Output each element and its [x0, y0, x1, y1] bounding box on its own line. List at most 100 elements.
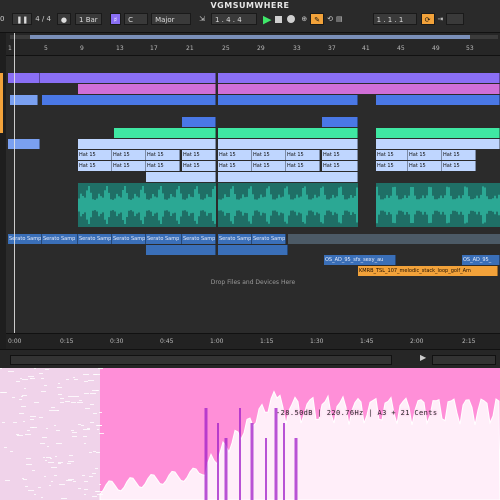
time-ruler[interactable]: 0:00 0:15 0:30 0:45 1:00 1:15 1:30 1:45 … — [6, 333, 500, 350]
midi-clip[interactable] — [376, 139, 500, 149]
arrangement-position[interactable]: 1 . 4 . 4 — [210, 13, 257, 25]
automation-arm-icon[interactable]: ✎ — [310, 13, 325, 25]
key-select[interactable]: C — [124, 13, 149, 25]
horizontal-scroll-area[interactable]: ▶ — [0, 349, 500, 369]
track-lane[interactable] — [6, 128, 500, 139]
midi-clip[interactable] — [114, 128, 216, 138]
bar-marker: 1 — [8, 45, 12, 52]
drop-zone-hint[interactable]: Drop Files and Devices Here — [6, 279, 500, 286]
audio-clip[interactable] — [146, 245, 216, 255]
loop-start[interactable]: 1 . 1 . 1 — [372, 13, 417, 25]
sample-clip[interactable]: Serato Samp — [42, 234, 78, 244]
audio-clip[interactable]: OS_AD_95_ — [462, 255, 500, 265]
play-icon[interactable]: ▶ — [263, 13, 271, 26]
midi-clip[interactable] — [218, 73, 500, 83]
zoom-slider[interactable] — [432, 355, 496, 365]
midi-clip[interactable] — [40, 73, 216, 83]
midi-clip[interactable] — [218, 84, 500, 94]
midi-clip[interactable] — [78, 84, 216, 94]
follow-icon[interactable]: ⇲ — [199, 15, 205, 23]
hat-clip[interactable]: Hat 15 — [78, 161, 112, 171]
hat-clip[interactable]: Hat 15 — [376, 161, 408, 171]
loop-brace[interactable] — [10, 35, 498, 39]
scale-select[interactable]: Major — [151, 13, 192, 25]
midi-clip[interactable] — [218, 172, 358, 182]
audio-clip[interactable]: KMRB_TSL_107_melodic_stack_loop_golf_Am — [358, 266, 498, 276]
midi-clip[interactable] — [218, 139, 358, 149]
track-lane[interactable] — [6, 95, 500, 106]
midi-clip[interactable] — [218, 128, 358, 138]
playhead[interactable] — [14, 33, 15, 349]
bar-marker: 29 — [257, 45, 265, 52]
sample-clip[interactable]: Serato Samp — [78, 234, 112, 244]
midi-clip[interactable] — [78, 139, 216, 149]
hat-clip[interactable]: Hat 15 — [322, 150, 358, 160]
hat-clip[interactable]: Hat 15 — [286, 150, 320, 160]
track-lane[interactable] — [6, 117, 500, 128]
sample-clip[interactable]: Serato Samp — [218, 234, 252, 244]
midi-clip[interactable] — [8, 139, 40, 149]
pause-icon[interactable]: ❚❚ — [12, 13, 33, 25]
track-lane[interactable]: Hat 15 Hat 15 Hat 15 Hat 15 Hat 15 Hat 1… — [6, 150, 500, 161]
track-lane[interactable]: Serato Samp Serato Samp Serato Samp Sera… — [6, 234, 500, 245]
sample-clip[interactable]: Serato Samp — [252, 234, 286, 244]
midi-clip[interactable] — [8, 73, 40, 83]
loop-toggle-icon[interactable]: ⟳ — [420, 13, 435, 25]
midi-clip[interactable] — [146, 172, 216, 182]
track-header-strip[interactable] — [0, 73, 3, 133]
capture-icon[interactable]: ⟲ — [327, 15, 333, 23]
track-lane[interactable] — [6, 73, 500, 84]
track-lane[interactable] — [6, 172, 500, 183]
session-record-icon[interactable]: ▤ — [336, 15, 343, 23]
overdub-icon[interactable]: ⊕ — [301, 15, 307, 23]
hat-clip[interactable]: Hat 15 — [112, 161, 146, 171]
stop-icon[interactable] — [275, 15, 283, 23]
loop-length[interactable] — [446, 13, 465, 25]
hat-clip[interactable]: Hat 15 — [112, 150, 146, 160]
midi-clip[interactable] — [218, 95, 358, 105]
hat-clip[interactable]: Hat 15 — [218, 150, 252, 160]
midi-clip[interactable] — [42, 95, 216, 105]
scale-toggle-icon[interactable]: ♯ — [109, 13, 122, 25]
hat-clip[interactable]: Hat 15 — [442, 161, 476, 171]
tempo-display[interactable]: 0 — [0, 15, 4, 23]
hat-clip[interactable]: Hat 15 — [146, 161, 180, 171]
track-lane[interactable] — [6, 139, 500, 150]
track-lane[interactable]: Hat 15 Hat 15 Hat 15 Hat 15 Hat 15 Hat 1… — [6, 161, 500, 172]
play-clip-icon[interactable]: ▶ — [420, 353, 426, 362]
audio-clip[interactable]: OS_AD_95_sfx_sexy_au — [324, 255, 396, 265]
time-signature[interactable]: 4 / 4 — [35, 15, 51, 23]
midi-clip[interactable] — [376, 128, 500, 138]
scrollbar[interactable] — [10, 355, 392, 365]
hat-clip[interactable]: Hat 15 — [408, 150, 442, 160]
arrangement-view[interactable]: 1 5 9 13 17 21 25 29 33 37 41 45 49 53 H… — [6, 33, 500, 350]
track-lane[interactable]: OS_AD_95_sfx_sexy_au OS_AD_95_ — [6, 255, 500, 266]
hat-clip[interactable]: Hat 15 — [252, 150, 286, 160]
hat-clip[interactable]: Hat 15 — [182, 161, 216, 171]
track-lane[interactable]: KMRB_TSL_107_melodic_stack_loop_golf_Am — [6, 266, 500, 277]
hat-clip[interactable]: Hat 15 — [182, 150, 216, 160]
beat-time-ruler[interactable]: 1 5 9 13 17 21 25 29 33 37 41 45 49 53 — [6, 33, 500, 56]
hat-clip[interactable]: Hat 15 — [78, 150, 112, 160]
sample-clip[interactable]: Serato Samp — [146, 234, 182, 244]
punch-icon[interactable]: ⇥ — [438, 15, 444, 23]
midi-clip[interactable] — [376, 95, 500, 105]
midi-clip[interactable] — [322, 117, 358, 127]
hat-clip[interactable]: Hat 15 — [442, 150, 476, 160]
hat-clip[interactable]: Hat 15 — [146, 150, 180, 160]
audio-clip[interactable] — [218, 245, 288, 255]
hat-clip[interactable]: Hat 15 — [286, 161, 320, 171]
midi-clip[interactable] — [182, 117, 216, 127]
hat-clip[interactable]: Hat 15 — [218, 161, 252, 171]
record-icon[interactable] — [287, 15, 296, 23]
metronome-icon[interactable]: ● — [56, 13, 72, 25]
hat-clip[interactable]: Hat 15 — [408, 161, 442, 171]
audio-track-lane[interactable] — [6, 183, 500, 227]
quantize-select[interactable]: 1 Bar — [75, 13, 102, 25]
hat-clip[interactable]: Hat 15 — [252, 161, 286, 171]
hat-clip[interactable]: Hat 15 — [322, 161, 358, 171]
hat-clip[interactable]: Hat 15 — [376, 150, 408, 160]
track-lane[interactable] — [6, 84, 500, 95]
sample-clip[interactable]: Serato Samp — [182, 234, 216, 244]
sample-clip[interactable]: Serato Samp — [112, 234, 146, 244]
